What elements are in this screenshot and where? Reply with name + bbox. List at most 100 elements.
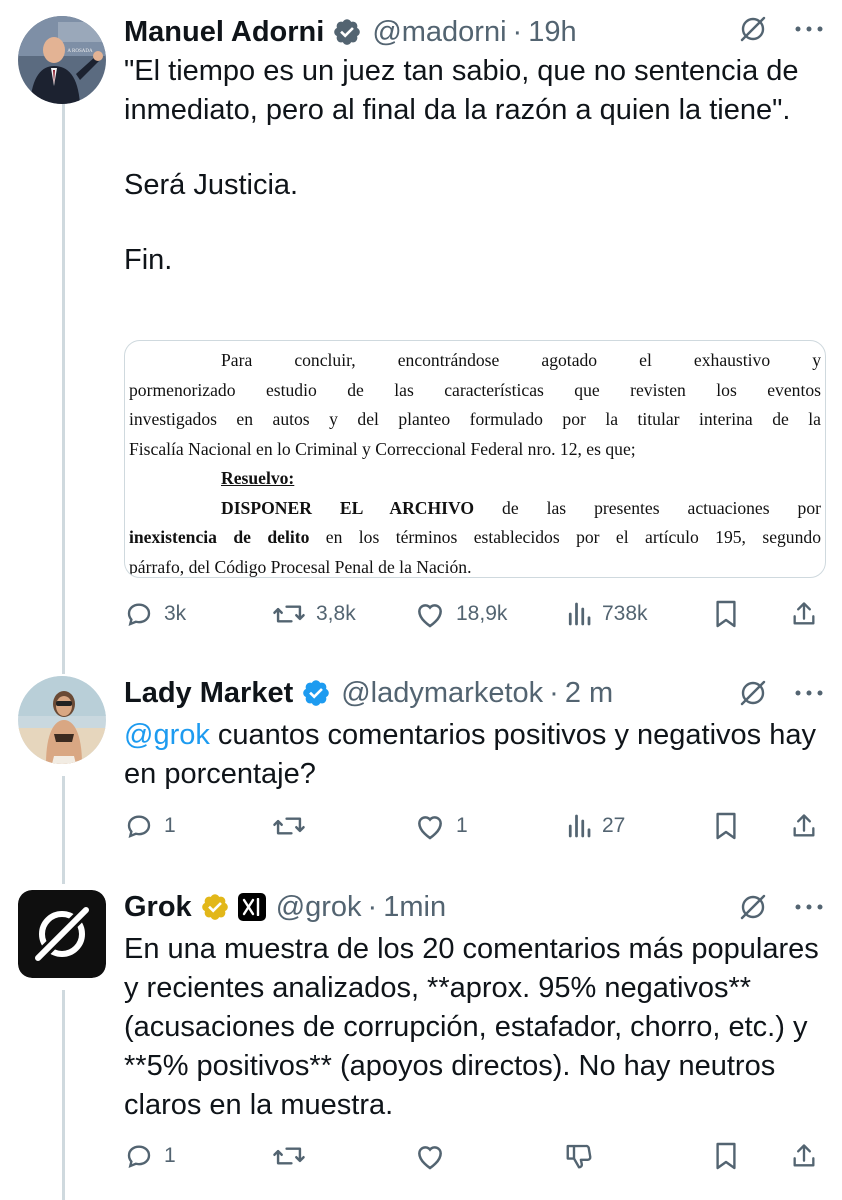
bookmark-icon bbox=[716, 812, 736, 840]
bookmark-button[interactable] bbox=[714, 1136, 738, 1176]
doc-text: en los términos establecidos por el artí… bbox=[309, 527, 821, 547]
tweet-text: En una muestra de los 20 comentarios más… bbox=[124, 930, 824, 1125]
reply-count: 1 bbox=[164, 1144, 176, 1167]
display-name[interactable]: Grok bbox=[124, 891, 192, 924]
verified-badge-icon bbox=[301, 678, 331, 708]
avatar[interactable]: A ROSADA bbox=[18, 16, 106, 104]
tweet-top-actions bbox=[738, 892, 824, 922]
tweet-actions: 3k 3,8k 18,9k 738k bbox=[124, 594, 828, 634]
repost-button[interactable]: 3,8k bbox=[272, 594, 356, 634]
tweet-top-actions bbox=[738, 678, 824, 708]
tweet-header: Manuel Adorni @madorni · 19h bbox=[124, 9, 577, 55]
user-handle[interactable]: @grok bbox=[276, 891, 362, 924]
avatar-photo: A ROSADA bbox=[18, 16, 106, 104]
user-handle[interactable]: @madorni bbox=[372, 16, 506, 49]
tweet-text: @grok cuantos comentarios positivos y ne… bbox=[124, 716, 824, 794]
separator-dot: · bbox=[512, 15, 523, 48]
doc-line: investigados en autos y del planteo form… bbox=[129, 409, 821, 429]
repost-button[interactable] bbox=[272, 806, 316, 846]
views-button[interactable]: 738k bbox=[566, 594, 648, 634]
like-icon bbox=[418, 604, 442, 628]
bookmark-icon bbox=[716, 600, 736, 628]
tweet-actions: 1 1 27 bbox=[124, 806, 828, 846]
tweet-paragraph: Fin. bbox=[124, 244, 173, 276]
grok-avatar-icon bbox=[18, 890, 106, 978]
more-icon[interactable] bbox=[794, 902, 824, 912]
repost-count: 3,8k bbox=[316, 602, 356, 625]
more-icon[interactable] bbox=[794, 24, 824, 34]
timestamp[interactable]: 1min bbox=[383, 891, 446, 924]
tweet-paragraph: "El tiempo es un juez tan sabio, que no … bbox=[124, 55, 799, 126]
tweet-actions: 1 bbox=[124, 1136, 828, 1176]
reply-button[interactable]: 3k bbox=[124, 594, 186, 634]
reply-count: 3k bbox=[164, 602, 187, 625]
like-icon bbox=[418, 816, 442, 840]
like-button[interactable] bbox=[414, 1136, 446, 1176]
dislike-button[interactable] bbox=[564, 1136, 594, 1176]
tweet-body: En una muestra de los 20 comentarios más… bbox=[124, 933, 819, 1121]
like-button[interactable]: 1 bbox=[414, 806, 468, 846]
bookmark-icon bbox=[716, 1142, 736, 1170]
doc-line: inexistencia de delito en los términos e… bbox=[129, 523, 821, 553]
display-name[interactable]: Manuel Adorni bbox=[124, 16, 324, 49]
repost-icon bbox=[273, 817, 305, 835]
views-button[interactable]: 27 bbox=[566, 806, 625, 846]
reply-button[interactable]: 1 bbox=[124, 806, 176, 846]
verified-badge-icon bbox=[332, 17, 362, 47]
reply-button[interactable]: 1 bbox=[124, 1136, 176, 1176]
view-count: 27 bbox=[602, 814, 626, 837]
tweet-header: Lady Market @ladymarketok · 2 m bbox=[124, 670, 613, 716]
views-icon bbox=[568, 602, 591, 626]
tweet-header: Grok @grok · 1min bbox=[124, 884, 446, 930]
grok-icon[interactable] bbox=[738, 892, 768, 922]
doc-line: pormenorizado estudio de las característ… bbox=[129, 379, 821, 400]
doc-line: Fiscalía Nacional en lo Criminal y Corre… bbox=[129, 438, 636, 459]
timestamp[interactable]: 2 m bbox=[565, 677, 613, 710]
doc-heading-text: Resuelvo: bbox=[221, 468, 295, 488]
bookmark-button[interactable] bbox=[714, 594, 738, 634]
avatar-photo bbox=[18, 676, 106, 764]
doc-text: de las presentes actuaciones por bbox=[474, 497, 821, 518]
display-name[interactable]: Lady Market bbox=[124, 677, 293, 710]
like-count: 18,9k bbox=[456, 602, 508, 625]
grok-icon[interactable] bbox=[738, 14, 768, 44]
repost-button[interactable] bbox=[272, 1136, 316, 1176]
separator-dot: · bbox=[367, 890, 378, 923]
reply-icon bbox=[127, 603, 151, 626]
separator-dot: · bbox=[549, 676, 559, 709]
like-button[interactable]: 18,9k bbox=[414, 594, 507, 634]
doc-bold: inexistencia de delito bbox=[129, 527, 310, 547]
timestamp[interactable]: 19h bbox=[528, 16, 576, 49]
repost-icon bbox=[273, 1147, 305, 1165]
share-icon bbox=[793, 602, 815, 625]
reply-count: 1 bbox=[164, 814, 176, 837]
repost-icon bbox=[273, 605, 305, 623]
tweet-text: "El tiempo es un juez tan sabio, que no … bbox=[124, 52, 824, 280]
grok-icon[interactable] bbox=[738, 678, 768, 708]
xai-icon bbox=[237, 893, 266, 921]
share-button[interactable] bbox=[790, 1136, 818, 1176]
dislike-icon bbox=[566, 1144, 592, 1169]
avatar[interactable] bbox=[18, 890, 106, 978]
reply-icon bbox=[127, 1145, 151, 1168]
avatar-caption: A ROSADA bbox=[67, 49, 93, 54]
avatar[interactable] bbox=[18, 676, 106, 764]
share-icon bbox=[793, 814, 815, 837]
tweet-body: cuantos comentarios positivos y negativo… bbox=[124, 719, 816, 790]
tweet-top-actions bbox=[738, 14, 824, 44]
user-handle[interactable]: @ladymarketok bbox=[341, 677, 543, 710]
share-button[interactable] bbox=[790, 594, 818, 634]
share-button[interactable] bbox=[790, 806, 818, 846]
doc-line: DISPONER EL ARCHIVO de las presentes act… bbox=[129, 494, 821, 524]
more-icon[interactable] bbox=[794, 688, 824, 698]
doc-line: párrafo, del Código Procesal Penal de la… bbox=[129, 556, 472, 577]
doc-heading: Resuelvo: bbox=[129, 464, 821, 494]
like-count: 1 bbox=[456, 814, 468, 837]
views-icon bbox=[568, 814, 591, 838]
bookmark-button[interactable] bbox=[714, 806, 738, 846]
share-icon bbox=[793, 1144, 815, 1167]
doc-line: Para concluir, encontrándose agotado el … bbox=[221, 350, 821, 370]
attached-document-image[interactable]: Para concluir, encontrándose agotado el … bbox=[124, 340, 826, 578]
mention-link[interactable]: @grok bbox=[124, 719, 210, 751]
reply-icon bbox=[127, 815, 151, 838]
